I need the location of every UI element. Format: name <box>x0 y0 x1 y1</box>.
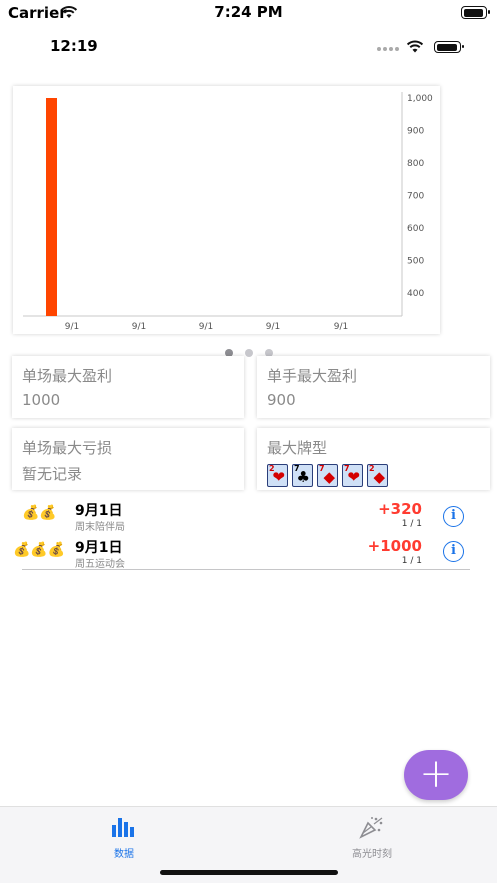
session-record-row[interactable]: 💰💰 9月1日 周末陪伴局 +320 1 / 1 i <box>0 500 470 534</box>
stat-title: 单场最大亏损 <box>22 439 113 457</box>
x-tick-label: 9/1 <box>266 322 280 332</box>
tab-label: 高光时刻 <box>352 849 392 860</box>
session-record-row[interactable]: 💰💰💰 9月1日 周五运动会 +1000 1 / 1 i <box>0 537 470 571</box>
y-tick-label: 800 <box>407 159 424 169</box>
status-time: 7:24 PM <box>214 3 283 21</box>
stat-value: 900 <box>267 391 296 409</box>
add-session-button[interactable]: + <box>404 750 468 800</box>
card-suit-icon: ◆ <box>373 468 385 486</box>
y-tick-label: 900 <box>407 127 424 137</box>
record-date: 9月1日 <box>75 540 123 556</box>
playing-card: 2 ◆ <box>367 464 388 487</box>
record-subtitle: 周五运动会 <box>75 559 125 570</box>
x-tick-label: 9/1 <box>65 322 79 332</box>
home-indicator <box>160 870 338 875</box>
battery-icon <box>434 41 464 53</box>
x-tick-label: 9/1 <box>132 322 146 332</box>
card-suit-icon: ❤ <box>272 468 285 486</box>
y-tick-label: 400 <box>407 289 424 299</box>
best-hand-card: 最大牌型 2 ❤ 7 ♣ 7 ◆ 7 ❤ 2 ◆ <box>257 428 490 490</box>
y-tick-label: 1,000 <box>407 94 433 104</box>
x-tick-label: 9/1 <box>334 322 348 332</box>
max-win-session-card: 单场最大盈利 1000 <box>12 356 244 418</box>
playing-card: 7 ❤ <box>342 464 363 487</box>
record-fraction: 1 / 1 <box>401 519 422 529</box>
page-dot[interactable] <box>244 349 253 357</box>
stat-title: 单手最大盈利 <box>267 367 358 385</box>
y-tick-label: 500 <box>407 257 424 267</box>
record-subtitle: 周末陪伴局 <box>75 522 125 533</box>
playing-card: 2 ❤ <box>267 464 288 487</box>
tab-data[interactable]: 数据 <box>64 815 184 860</box>
chart-bar <box>46 98 57 316</box>
playing-card: 7 ◆ <box>317 464 338 487</box>
y-tick-label: 700 <box>407 192 424 202</box>
card-suit-icon: ◆ <box>323 468 335 486</box>
signal-dots-icon <box>377 47 399 51</box>
list-divider <box>22 569 470 570</box>
card-suit-icon: ♣ <box>296 468 310 486</box>
info-icon[interactable]: i <box>443 506 464 527</box>
profit-chart[interactable]: 1,000 900 800 700 600 500 400 9/1 9/1 9/1 9/1 9/1 <box>13 86 440 334</box>
wifi-icon <box>406 40 424 53</box>
card-suit-icon: ❤ <box>347 468 360 486</box>
tab-highlights[interactable]: 高光时刻 <box>312 815 432 860</box>
record-date: 9月1日 <box>75 503 123 519</box>
tab-label: 数据 <box>114 849 134 860</box>
stat-value: 1000 <box>22 391 61 409</box>
max-loss-session-card: 单场最大亏损 暂无记录 <box>12 428 244 490</box>
stat-value: 暂无记录 <box>22 465 83 483</box>
record-fraction: 1 / 1 <box>401 556 422 566</box>
stat-title: 最大牌型 <box>267 439 328 457</box>
battery-icon <box>461 6 490 19</box>
info-icon[interactable]: i <box>443 541 464 562</box>
money-bag-icons: 💰💰 <box>22 505 57 521</box>
inner-status-time: 12:19 <box>50 37 98 55</box>
stat-title: 单场最大盈利 <box>22 367 113 385</box>
chart-canvas: 1,000 900 800 700 600 500 400 9/1 9/1 9/1 9/1 9/1 <box>23 92 433 332</box>
best-hand-cards: 2 ❤ 7 ♣ 7 ◆ 7 ❤ 2 ◆ <box>267 464 480 487</box>
money-bag-icons: 💰💰💰 <box>13 542 66 558</box>
record-amount: +1000 <box>367 537 422 555</box>
party-popper-icon <box>359 817 383 839</box>
bar-chart-icon <box>112 818 134 837</box>
record-amount: +320 <box>378 500 422 518</box>
playing-card: 7 ♣ <box>292 464 313 487</box>
y-tick-label: 600 <box>407 224 424 234</box>
x-tick-label: 9/1 <box>199 322 213 332</box>
max-win-hand-card: 单手最大盈利 900 <box>257 356 490 418</box>
